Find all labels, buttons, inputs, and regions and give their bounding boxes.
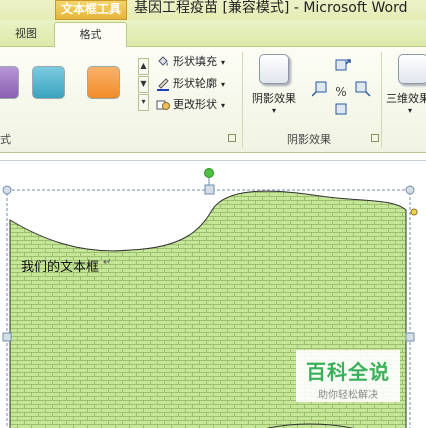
3d-effects-label: 三维效果 <box>386 92 426 105</box>
paragraph-mark-icon: ↵ <box>103 257 112 268</box>
shadow-effects-icon <box>259 54 289 84</box>
watermark-title: 百科全说 <box>306 360 390 384</box>
chevron-down-icon: ▾ <box>221 101 226 110</box>
3d-effects-button[interactable]: 三维效果 ▾ <box>386 54 426 115</box>
shadow-effects-button[interactable]: 阴影效果 ▾ <box>248 54 300 115</box>
resize-handle-left <box>2 332 12 342</box>
tab-view[interactable]: 视图 <box>0 20 52 46</box>
chevron-down-icon: ▾ <box>271 106 276 115</box>
gallery-more-button[interactable]: ▾ <box>138 94 149 111</box>
shape-fill-label: 形状填充 <box>173 55 217 68</box>
shape-style-swatch-aqua[interactable] <box>32 66 65 99</box>
group-separator <box>242 52 243 148</box>
pen-outline-icon <box>156 77 170 91</box>
svg-text:%: % <box>335 85 346 99</box>
change-shape-button[interactable]: 更改形状 ▾ <box>156 96 225 114</box>
3d-effects-icon <box>398 54 426 84</box>
resize-handle-right <box>405 332 415 342</box>
tab-format[interactable]: 格式 <box>54 22 127 48</box>
textbox-text[interactable]: 我们的文本框 <box>21 256 99 275</box>
group-separator <box>381 52 382 148</box>
document-title: 基因工程疫苗 [兼容模式] - Microsoft Word <box>134 0 408 16</box>
shadow-nudge-controls: % <box>311 54 376 126</box>
dialog-launcher-icon[interactable] <box>228 134 236 142</box>
change-shape-icon <box>156 98 170 112</box>
paint-bucket-icon <box>156 55 170 69</box>
shape-outline-button[interactable]: 形状轮廓 ▾ <box>156 75 225 93</box>
chevron-down-icon: ▾ <box>221 58 226 67</box>
resize-handle-top-right <box>405 185 415 195</box>
rotation-handle <box>204 168 214 178</box>
resize-handle-top-left <box>2 185 12 195</box>
dialog-launcher-icon[interactable] <box>371 134 379 142</box>
shape-style-swatch-orange[interactable] <box>87 66 120 99</box>
shape-fill-button[interactable]: 形状填充 ▾ <box>156 53 225 71</box>
shape-outline-label: 形状轮廓 <box>173 77 217 90</box>
resize-handle-top <box>204 184 215 195</box>
watermark-logo: 百科全说 助你轻松解决 <box>296 350 400 402</box>
shadow-effects-group-label: 阴影效果 <box>287 133 331 146</box>
change-shape-label: 更改形状 <box>173 98 217 111</box>
context-tab-group-label: 文本框工具 <box>55 0 127 20</box>
shape-style-swatch-purple[interactable] <box>0 66 19 99</box>
shadow-effects-label: 阴影效果 <box>252 92 296 105</box>
watermark-subtitle: 助你轻松解决 <box>318 390 378 401</box>
shape-styles-group-label: 式 <box>0 133 11 146</box>
gallery-scroll-down-button[interactable]: ▼ <box>138 76 149 93</box>
gallery-scroll-up-button[interactable]: ▲ <box>138 58 149 75</box>
adjust-handle <box>410 208 418 216</box>
chevron-down-icon: ▾ <box>221 80 226 89</box>
chevron-down-icon: ▾ <box>408 106 413 115</box>
